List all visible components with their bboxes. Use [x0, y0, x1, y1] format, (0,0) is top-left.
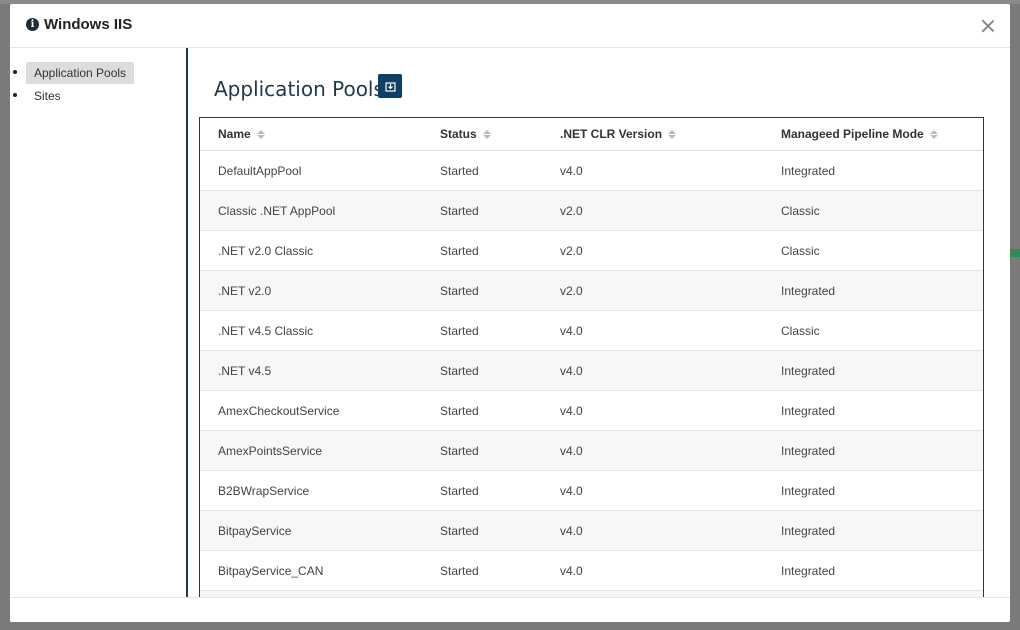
table-row[interactable]: DefaultAppPool Started v4.0 Integrated [200, 150, 983, 191]
cell-status: Started [440, 470, 560, 511]
column-header-name[interactable]: Name [200, 118, 440, 151]
sidebar-item-label: Application Pools [26, 62, 135, 84]
sort-icon[interactable] [256, 129, 265, 139]
cell-pipeline-mode: Classic [781, 190, 983, 231]
main-content: Application Pools Name Status .NET CLR V… [198, 48, 1010, 597]
cell-status: Started [440, 550, 560, 591]
sidebar-list: Application Pools Sites [10, 48, 186, 108]
export-icon [384, 81, 396, 92]
cell-pipeline-mode: Integrated [781, 550, 983, 591]
cell-clr-version: v4.0 [560, 310, 781, 351]
cell-pipeline-mode: Integrated [781, 510, 983, 551]
cell-clr-version: v4.0 [560, 550, 781, 591]
column-header-label: Name [218, 127, 251, 141]
cell-clr-version: v4.0 [560, 390, 781, 431]
dialog-footer [10, 597, 1010, 622]
cell-name: AmexCheckoutService [200, 390, 440, 431]
cell-pipeline-mode: Integrated [781, 390, 983, 431]
cell-clr-version: v2.0 [560, 270, 781, 311]
column-header-label: Status [440, 127, 477, 141]
sidebar-item-label: Sites [34, 89, 61, 103]
cell-pipeline-mode: Integrated [781, 150, 983, 191]
app-pools-table: Name Status .NET CLR Version Manageed Pi… [199, 117, 984, 597]
cell-pipeline-mode: Integrated [781, 350, 983, 391]
cell-name: Classic .NET AppPool [200, 190, 440, 231]
cell-name: BitpayService_CAN [200, 550, 440, 591]
column-header-pipeline-mode[interactable]: Manageed Pipeline Mode [781, 118, 983, 151]
cell-name: BitpayService [200, 510, 440, 551]
cell-clr-version: v4.0 [560, 510, 781, 551]
cell-clr-version: v4.0 [560, 470, 781, 511]
cell-name: B2BWrapService [200, 470, 440, 511]
sidebar: Application Pools Sites [10, 48, 188, 597]
column-header-status[interactable]: Status [440, 118, 560, 151]
table-row[interactable]: .NET v4.5 Started v4.0 Integrated [200, 350, 983, 391]
cell-status: Started [440, 390, 560, 431]
column-header-label: Manageed Pipeline Mode [781, 127, 924, 141]
dialog-title: i Windows IIS [26, 16, 132, 33]
dialog-title-text: Windows IIS [44, 16, 133, 33]
cell-status: Started [440, 350, 560, 391]
table-row[interactable]: BitpayService Started v4.0 Integrated [200, 510, 983, 551]
table-row[interactable]: .NET v2.0 Started v2.0 Integrated [200, 270, 983, 311]
sort-icon[interactable] [929, 129, 938, 139]
table-body: DefaultAppPool Started v4.0 Integrated C… [200, 150, 983, 597]
cell-clr-version: v2.0 [560, 230, 781, 271]
table-row[interactable]: BitpayService_CAN Started v4.0 Integrate… [200, 550, 983, 591]
cell-name: .NET v4.5 Classic [200, 310, 440, 351]
table-row[interactable]: .NET v4.5 Classic Started v4.0 Classic [200, 310, 983, 351]
cell-status: Started [440, 230, 560, 271]
page-title: Application Pools [214, 77, 384, 101]
column-header-label: .NET CLR Version [560, 127, 663, 141]
cell-pipeline-mode: Integrated [781, 470, 983, 511]
cell-pipeline-mode: Classic [781, 230, 983, 271]
sidebar-item-sites[interactable]: Sites [13, 85, 186, 108]
sidebar-item-application-pools[interactable]: Application Pools [13, 62, 186, 85]
sort-icon[interactable] [482, 129, 491, 139]
cell-status: Started [440, 430, 560, 471]
background-indicator [1010, 249, 1020, 257]
cell-status: Started [440, 510, 560, 551]
cell-status: Started [440, 150, 560, 191]
cell-pipeline-mode: Classic [781, 310, 983, 351]
table-row[interactable]: .NET v2.0 Classic Started v2.0 Classic [200, 230, 983, 271]
cell-clr-version: v4.0 [560, 350, 781, 391]
table-row[interactable]: Classic .NET AppPool Started v2.0 Classi… [200, 190, 983, 231]
sort-icon[interactable] [668, 129, 677, 139]
cell-pipeline-mode: Integrated [781, 430, 983, 471]
windows-iis-dialog: i Windows IIS Application Pools Sites Ap… [10, 4, 1010, 622]
cell-clr-version: v4.0 [560, 150, 781, 191]
table-header-row: Name Status .NET CLR Version Manageed Pi… [200, 118, 983, 151]
table-row[interactable]: AmexPointsService Started v4.0 Integrate… [200, 430, 983, 471]
column-header-clr-version[interactable]: .NET CLR Version [560, 118, 781, 151]
cell-status: Started [440, 190, 560, 231]
table-row[interactable]: B2BWrapService Started v4.0 Integrated [200, 470, 983, 511]
cell-clr-version: v4.0 [560, 430, 781, 471]
cell-status: Started [440, 310, 560, 351]
cell-name: AmexPointsService [200, 430, 440, 471]
export-button[interactable] [378, 74, 402, 98]
info-icon: i [26, 18, 39, 31]
cell-clr-version: v2.0 [560, 190, 781, 231]
close-icon[interactable] [980, 18, 996, 34]
table-row[interactable]: AmexCheckoutService Started v4.0 Integra… [200, 390, 983, 431]
cell-status: Started [440, 270, 560, 311]
cell-name: .NET v2.0 [200, 270, 440, 311]
cell-name: .NET v2.0 Classic [200, 230, 440, 271]
cell-name: DefaultAppPool [200, 150, 440, 191]
cell-pipeline-mode: Integrated [781, 270, 983, 311]
dialog-header: i Windows IIS [10, 4, 1010, 48]
cell-name: .NET v4.5 [200, 350, 440, 391]
